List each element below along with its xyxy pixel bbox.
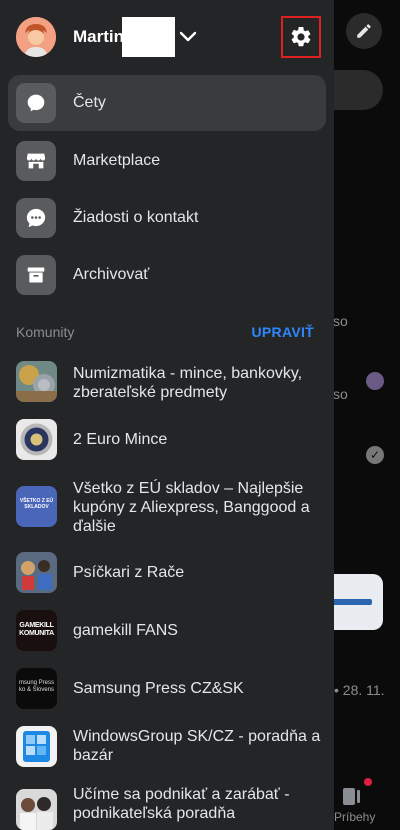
community-name: Všetko z EÚ skladov – Najlepšie kupóny z… (73, 480, 310, 535)
gear-icon (291, 26, 311, 47)
sidebar-item-label: Marketplace (73, 152, 161, 169)
list-item[interactable]: GAMEKILL KOMUNITA gamekill FANS (0, 609, 334, 653)
chat-date-fragment: • 28. 11. (334, 682, 385, 698)
sidebar-item-label: Čety (73, 94, 106, 111)
sidebar-item-label: Žiadosti o kontakt (73, 209, 199, 226)
account-header: Martin (0, 0, 334, 72)
list-item[interactable]: VŠETKO Z EÚ SKLADOV Všetko z EÚ skladov … (0, 477, 334, 539)
thumbnail-text: msung Press ko & Slovens (18, 680, 55, 693)
navigation-drawer: Martin Čety Marketplace Žiadosti o konta… (0, 0, 334, 830)
notification-dot (364, 778, 372, 786)
community-name: Psíčkari z Rače (73, 564, 185, 581)
account-name[interactable]: Martin (73, 27, 124, 47)
list-item[interactable]: 2 Euro Mince (0, 418, 334, 462)
community-name: Samsung Press CZ&SK (73, 680, 244, 697)
avatar[interactable] (16, 17, 56, 57)
chevron-down-icon[interactable] (178, 27, 198, 47)
community-name: 2 Euro Mince (73, 431, 168, 448)
community-name: gamekill FANS (73, 622, 178, 639)
delivered-check-icon: ✓ (366, 446, 384, 464)
message-dots-icon (16, 198, 56, 238)
community-thumbnail: msung Press ko & Slovens (16, 668, 57, 709)
redacted-surname (122, 17, 175, 57)
pencil-icon (357, 24, 371, 38)
thumbnail-text: GAMEKILL KOMUNITA (19, 622, 54, 637)
seen-avatar (366, 372, 384, 390)
sidebar-item-chats[interactable]: Čety (8, 75, 326, 131)
avatar-illustration (16, 17, 56, 57)
compose-button[interactable] (346, 13, 382, 49)
sidebar-item-message-requests[interactable]: Žiadosti o kontakt (8, 190, 326, 246)
communities-header: Komunity UPRAVIŤ (16, 322, 314, 342)
sidebar-item-archive[interactable]: Archivovať (8, 247, 326, 303)
community-thumbnail (16, 789, 57, 830)
store-icon (16, 141, 56, 181)
community-name: WindowsGroup SK/CZ - poradňa a bazár (73, 728, 321, 764)
community-thumbnail (16, 726, 57, 767)
section-title: Komunity (16, 324, 75, 340)
edit-communities-button[interactable]: UPRAVIŤ (251, 324, 314, 340)
community-thumbnail (16, 419, 57, 460)
list-item[interactable]: Učíme sa podnikať a zarábať - podnikateľ… (0, 783, 334, 830)
archive-box-icon (16, 255, 56, 295)
sidebar-item-marketplace[interactable]: Marketplace (8, 133, 326, 189)
stories-icon (343, 788, 360, 805)
tab-stories[interactable]: Príbehy (330, 778, 390, 830)
chat-preview-fragment: so (333, 386, 348, 402)
list-item[interactable]: Numizmatika - mince, bankovky, zberateľs… (0, 360, 334, 404)
list-item[interactable]: Psíčkari z Rače (0, 551, 334, 595)
community-name: Numizmatika - mince, bankovky, zberateľs… (73, 365, 303, 401)
community-thumbnail (16, 361, 57, 402)
community-thumbnail (16, 552, 57, 593)
community-thumbnail: GAMEKILL KOMUNITA (16, 610, 57, 651)
tab-stories-label: Príbehy (334, 810, 376, 824)
thumbnail-text: VŠETKO Z EÚ SKLADOV (19, 498, 54, 510)
chat-preview-fragment: so (333, 313, 348, 329)
sidebar-item-label: Archivovať (73, 266, 150, 283)
community-thumbnail: VŠETKO Z EÚ SKLADOV (16, 486, 57, 527)
chat-bubble-icon (16, 83, 56, 123)
community-name: Učíme sa podnikať a zarábať - podnikateľ… (73, 786, 290, 822)
list-item[interactable]: WindowsGroup SK/CZ - poradňa a bazár (0, 725, 334, 769)
settings-button[interactable] (281, 16, 321, 58)
list-item[interactable]: msung Press ko & Slovens Samsung Press C… (0, 667, 334, 711)
